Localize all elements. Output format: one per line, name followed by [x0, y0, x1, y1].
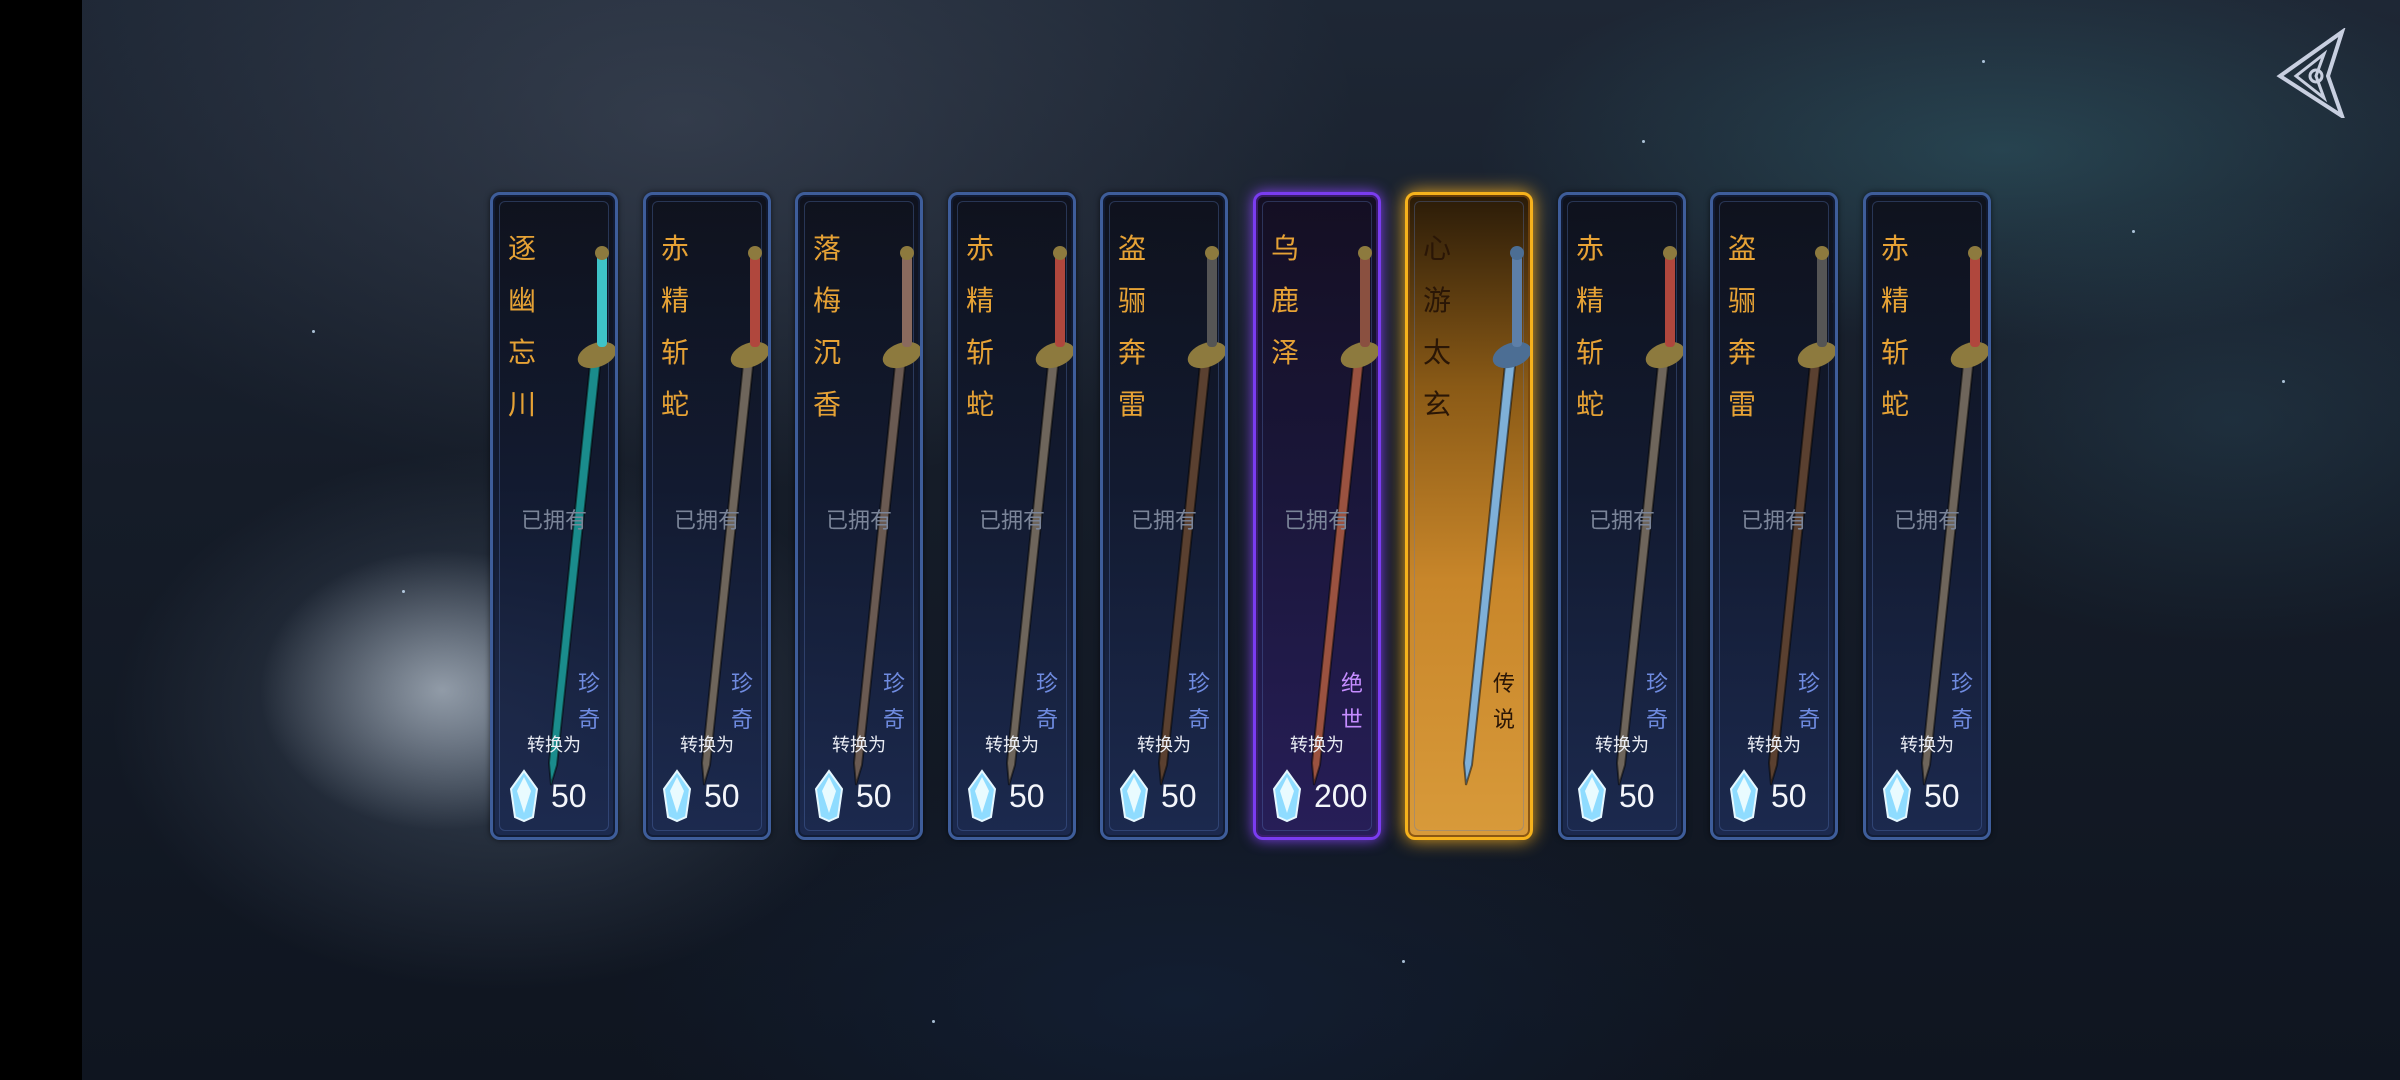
weapon-card[interactable]: 心游太玄传说 — [1405, 192, 1533, 840]
owned-status: 已拥有 — [1588, 509, 1655, 534]
rarity-label: 珍奇 — [730, 672, 753, 733]
crystal-icon — [1882, 769, 1912, 823]
left-black-bar — [0, 0, 82, 1080]
weapon-card[interactable]: 赤精斩蛇已拥有珍奇 转换为 50 — [1863, 192, 1991, 840]
cost-value: 50 — [551, 777, 587, 814]
star — [2282, 380, 2285, 383]
rarity-label: 珍奇 — [1950, 672, 1973, 733]
convert-cost: 50 — [507, 769, 587, 823]
star — [1642, 140, 1645, 143]
owned-status: 已拥有 — [1893, 509, 1960, 534]
rarity-label: 珍奇 — [577, 672, 600, 733]
owned-status: 已拥有 — [1283, 509, 1350, 534]
crystal-icon — [1119, 769, 1149, 823]
rarity-label: 传说 — [1492, 672, 1515, 733]
rarity-label: 珍奇 — [882, 672, 905, 733]
weapon-name: 赤精斩蛇 — [1575, 232, 1604, 421]
weapon-name: 赤精斩蛇 — [660, 232, 689, 421]
weapon-card[interactable]: 盗骊奔雷已拥有珍奇 转换为 50 — [1100, 192, 1228, 840]
crystal-icon — [1272, 769, 1302, 823]
weapon-card[interactable]: 落梅沉香已拥有珍奇 转换为 50 — [795, 192, 923, 840]
cost-value: 50 — [1771, 777, 1807, 814]
owned-status: 已拥有 — [673, 509, 740, 534]
crystal-icon — [967, 769, 997, 823]
owned-status: 已拥有 — [1740, 509, 1807, 534]
cost-value: 50 — [856, 777, 892, 814]
rarity-label: 珍奇 — [1797, 672, 1820, 733]
convert-label: 转换为 — [527, 735, 581, 756]
cost-value: 50 — [704, 777, 740, 814]
weapon-name: 盗骊奔雷 — [1117, 232, 1146, 421]
cost-value: 50 — [1161, 777, 1197, 814]
star — [1982, 60, 1985, 63]
star — [402, 590, 405, 593]
weapon-name: 乌鹿泽 — [1270, 232, 1299, 369]
convert-label: 转换为 — [680, 735, 734, 756]
weapon-name: 落梅沉香 — [812, 232, 841, 421]
weapon-card[interactable]: 乌鹿泽已拥有绝世 转换为 200 — [1253, 192, 1381, 840]
weapon-card[interactable]: 逐幽忘川已拥有珍奇 转换为 50 — [490, 192, 618, 840]
owned-status: 已拥有 — [1130, 509, 1197, 534]
convert-cost: 50 — [660, 769, 740, 823]
rarity-label: 珍奇 — [1187, 672, 1210, 733]
convert-cost: 50 — [1727, 769, 1807, 823]
weapon-name: 赤精斩蛇 — [965, 232, 994, 421]
rarity-label: 珍奇 — [1035, 672, 1058, 733]
convert-label: 转换为 — [832, 735, 886, 756]
convert-label: 转换为 — [1595, 735, 1649, 756]
star — [312, 330, 315, 333]
owned-status: 已拥有 — [978, 509, 1045, 534]
back-button[interactable] — [2272, 26, 2348, 121]
convert-label: 转换为 — [1900, 735, 1954, 756]
crystal-icon — [1729, 769, 1759, 823]
rarity-label: 珍奇 — [1645, 672, 1668, 733]
weapon-card[interactable]: 赤精斩蛇已拥有珍奇 转换为 50 — [1558, 192, 1686, 840]
convert-label: 转换为 — [985, 735, 1039, 756]
owned-status: 已拥有 — [825, 509, 892, 534]
convert-cost: 50 — [1575, 769, 1655, 823]
convert-label: 转换为 — [1747, 735, 1801, 756]
crystal-icon — [1577, 769, 1607, 823]
star — [2132, 230, 2135, 233]
convert-cost: 50 — [1880, 769, 1960, 823]
cost-value: 50 — [1619, 777, 1655, 814]
rarity-label: 绝世 — [1340, 672, 1363, 733]
weapon-card[interactable]: 盗骊奔雷已拥有珍奇 转换为 50 — [1710, 192, 1838, 840]
crystal-icon — [662, 769, 692, 823]
convert-cost: 50 — [1117, 769, 1197, 823]
weapon-card[interactable]: 赤精斩蛇已拥有珍奇 转换为 50 — [948, 192, 1076, 840]
weapon-name: 盗骊奔雷 — [1727, 232, 1756, 421]
crystal-icon — [814, 769, 844, 823]
convert-cost: 50 — [965, 769, 1045, 823]
star — [932, 1020, 935, 1023]
weapon-card[interactable]: 赤精斩蛇已拥有珍奇 转换为 50 — [643, 192, 771, 840]
convert-cost: 200 — [1270, 769, 1367, 823]
cost-value: 50 — [1924, 777, 1960, 814]
crystal-icon — [509, 769, 539, 823]
convert-label: 转换为 — [1290, 735, 1344, 756]
weapon-name: 心游太玄 — [1422, 232, 1451, 421]
back-arrow-icon — [2276, 26, 2346, 121]
weapon-name: 赤精斩蛇 — [1880, 232, 1909, 421]
cost-value: 200 — [1314, 777, 1368, 814]
star — [1402, 960, 1405, 963]
owned-status: 已拥有 — [520, 509, 587, 534]
convert-label: 转换为 — [1137, 735, 1191, 756]
space-background — [82, 0, 2400, 1080]
cost-value: 50 — [1009, 777, 1045, 814]
convert-cost: 50 — [812, 769, 892, 823]
weapon-name: 逐幽忘川 — [507, 232, 536, 421]
